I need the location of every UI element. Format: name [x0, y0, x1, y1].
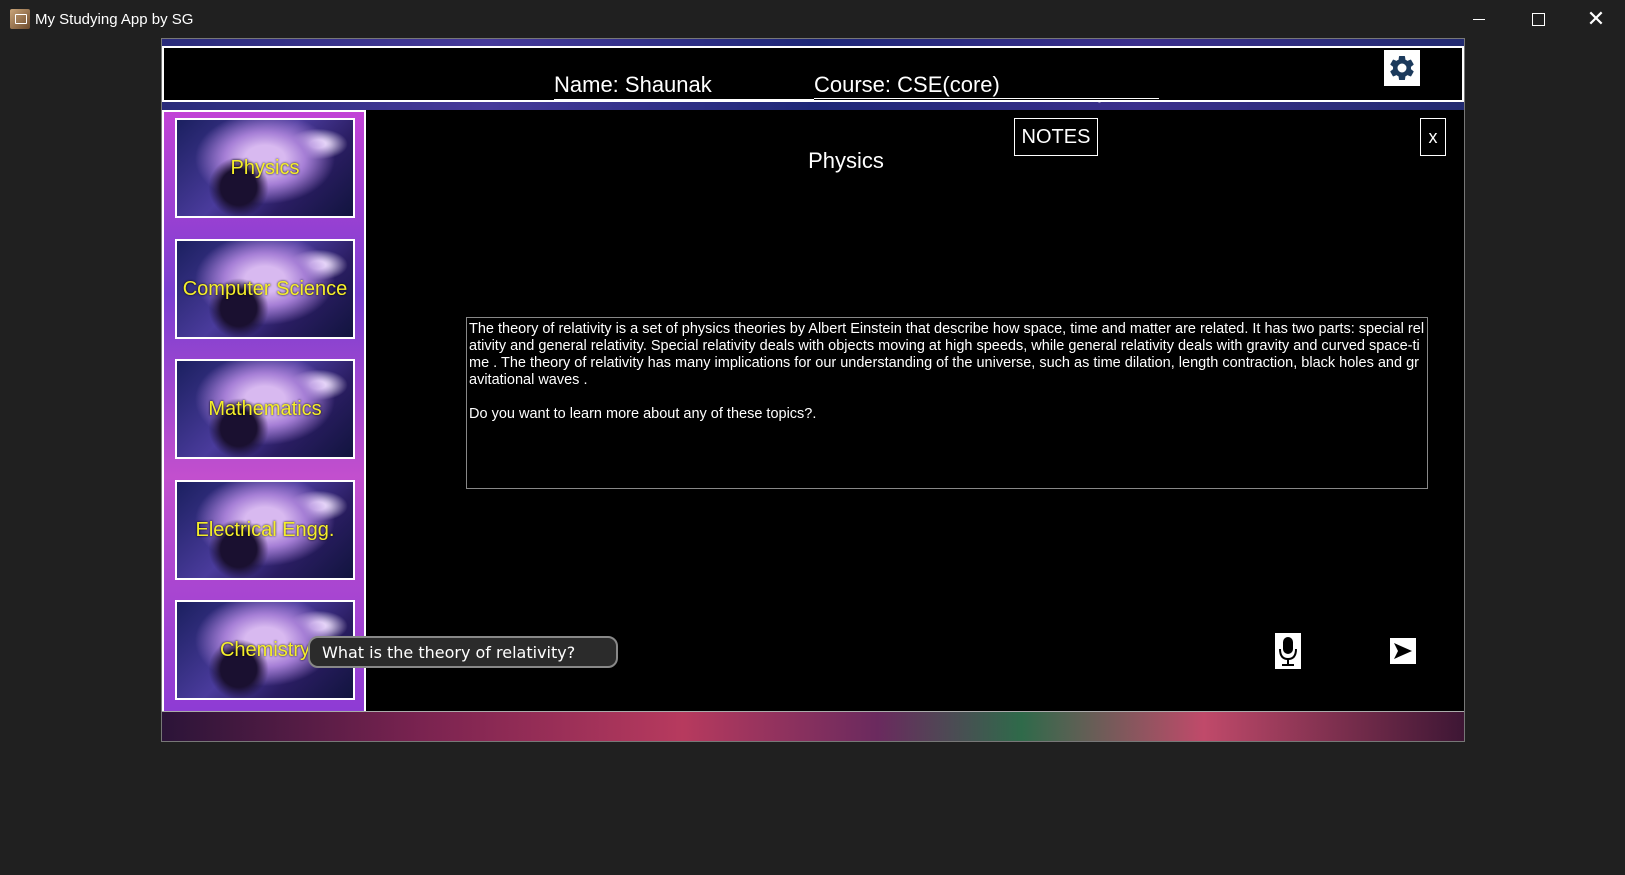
title-bar: My Studying App by SG ✕: [0, 0, 1625, 38]
minimize-icon: [1473, 18, 1485, 20]
microphone-icon: [1279, 637, 1297, 666]
subject-sidebar: Physics Computer Science Mathematics Ele…: [162, 110, 366, 721]
maximize-icon: [1531, 12, 1545, 26]
profile-header: Name: Shaunak Course: CSE(core): [162, 46, 1464, 102]
subject-physics-button[interactable]: Physics: [175, 118, 355, 218]
name-label: Name: Shaunak: [554, 72, 814, 100]
subject-mathematics-button[interactable]: Mathematics: [175, 359, 355, 459]
minimize-button[interactable]: [1450, 0, 1508, 38]
settings-button[interactable]: [1384, 50, 1420, 86]
send-button[interactable]: [1390, 638, 1416, 664]
window-close-button[interactable]: ✕: [1567, 0, 1625, 38]
footer-background: [162, 711, 1464, 742]
close-panel-button[interactable]: x: [1420, 118, 1446, 156]
close-icon: ✕: [1586, 6, 1606, 31]
send-icon: [1394, 643, 1412, 659]
chat-panel: Physics NOTES x The theory of relativity…: [366, 110, 1464, 721]
gear-icon: [1390, 55, 1414, 80]
course-field: Course: CSE(core): [814, 72, 1159, 99]
app-icon: [10, 9, 30, 29]
response-text: The theory of relativity is a set of phy…: [466, 317, 1428, 489]
subject-electrical-engg-button[interactable]: Electrical Engg.: [175, 480, 355, 580]
maximize-button[interactable]: [1509, 0, 1567, 38]
subject-title: Physics: [808, 148, 884, 173]
notes-button[interactable]: NOTES: [1014, 118, 1098, 156]
course-label: Course: CSE(core): [814, 72, 1000, 97]
window-title: My Studying App by SG: [35, 11, 194, 28]
subject-computer-science-button[interactable]: Computer Science: [175, 239, 355, 339]
microphone-button[interactable]: [1275, 633, 1301, 669]
query-input[interactable]: [308, 636, 618, 668]
